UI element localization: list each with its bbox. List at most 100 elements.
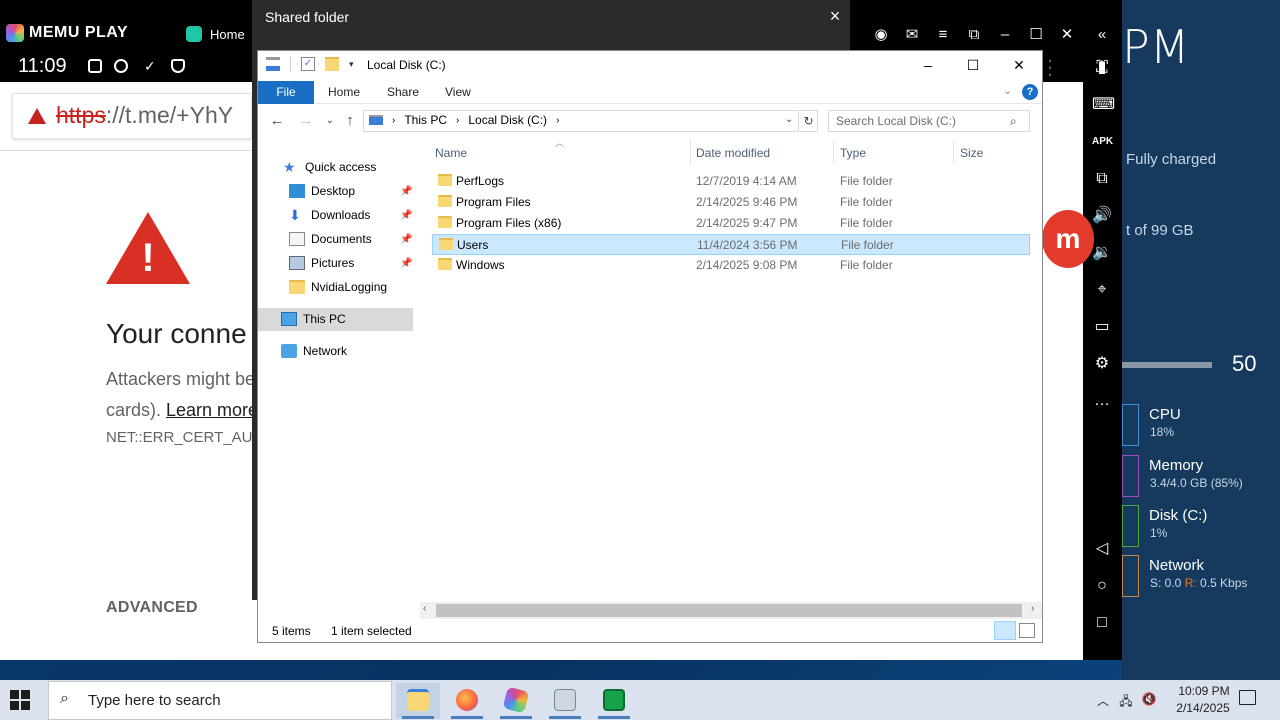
details-view-icon[interactable] (994, 621, 1016, 640)
address-dropdown-icon[interactable]: ⌄ (785, 114, 793, 125)
file-explorer-icon (407, 689, 429, 711)
active-indicator (402, 716, 434, 719)
more-icon[interactable]: … (1092, 391, 1112, 411)
forward-arrow-icon[interactable]: → (297, 112, 315, 130)
nav-item-downloads[interactable]: ⬇ Downloads (289, 204, 370, 226)
expand-ribbon-icon[interactable]: ⌄ (1003, 84, 1012, 97)
show-hidden-icons-icon[interactable]: ︿ (1097, 692, 1109, 709)
shared-folder-close-icon[interactable]: × (824, 5, 846, 27)
taskbar-memu[interactable] (494, 683, 538, 719)
pin-icon[interactable]: 📌 (400, 258, 412, 269)
recent-locations-icon[interactable]: ⌄ (321, 112, 339, 130)
computer-icon (281, 312, 297, 326)
column-date-modified[interactable]: Date modified (696, 146, 770, 160)
folder-icon[interactable]: ▭ (1092, 317, 1112, 337)
keyboard-icon[interactable]: ⌨ (1092, 95, 1115, 115)
settings-icon[interactable]: ⚙ (1092, 354, 1112, 374)
network-tray-icon[interactable]: 🖧 (1118, 692, 1134, 708)
up-arrow-icon[interactable]: ↑ (341, 112, 359, 130)
column-divider[interactable] (953, 140, 954, 164)
taskbar-time[interactable]: 10:09 PM (1172, 684, 1236, 698)
apk-icon[interactable]: APK (1092, 132, 1113, 152)
memu-home-tab[interactable]: Home (186, 26, 245, 42)
qat-dropdown-icon[interactable]: ▾ (349, 59, 354, 70)
column-divider[interactable] (833, 140, 834, 164)
breadcrumb-local-disk[interactable]: Local Disk (C:) (468, 113, 547, 127)
table-row[interactable]: PerfLogs 12/7/2019 4:14 AM File folder (432, 171, 1030, 192)
taskbar-firefox[interactable] (445, 683, 489, 719)
pin-icon[interactable]: 📌 (400, 234, 412, 245)
menu-icon[interactable]: ≡ (932, 25, 954, 45)
perf-network[interactable]: Network S: 0.0 R: 0.5 Kbps (1122, 555, 1280, 603)
nav-item-quick-access[interactable]: ★ Quick access (283, 156, 376, 178)
perf-disk[interactable]: Disk (C:) 1% (1122, 505, 1280, 553)
table-row-selected[interactable]: Users 11/4/2024 3:56 PM File folder (432, 234, 1030, 255)
new-folder-icon[interactable] (325, 57, 339, 71)
advanced-button[interactable]: ADVANCED (106, 599, 198, 617)
scroll-right-icon[interactable]: › (1031, 603, 1034, 614)
help-icon[interactable]: ? (1022, 84, 1038, 100)
taskbar-green-app[interactable] (592, 683, 636, 719)
close-icon[interactable]: ✕ (1056, 25, 1078, 45)
kebab-icon[interactable]: ⋮ (1040, 58, 1060, 78)
perf-memory[interactable]: Memory 3.4/4.0 GB (85%) (1122, 455, 1280, 503)
scrollbar-thumb[interactable] (436, 604, 1022, 617)
minimize-icon[interactable]: – (994, 25, 1016, 45)
volume-down-icon[interactable]: 🔉 (1092, 243, 1112, 263)
maximize-icon[interactable]: ☐ (1025, 25, 1047, 45)
nav-item-desktop[interactable]: Desktop (289, 180, 355, 202)
nav-item-network[interactable]: Network (281, 340, 347, 362)
search-icon[interactable]: ⌕ (1010, 114, 1017, 129)
notification-center-icon[interactable] (1239, 690, 1256, 705)
screen-icon[interactable]: ⧉ (963, 25, 985, 45)
account-icon[interactable]: ◉ (870, 25, 892, 45)
mail-icon[interactable]: ✉ (901, 25, 923, 45)
back-icon[interactable]: ◁ (1092, 539, 1112, 559)
tab-view[interactable]: View (445, 81, 471, 104)
large-icons-view-icon[interactable] (1019, 623, 1035, 638)
explorer-close-icon[interactable]: ✕ (1004, 55, 1034, 75)
recents-icon[interactable]: □ (1092, 613, 1112, 633)
nav-item-this-pc[interactable]: This PC (281, 308, 346, 330)
table-row[interactable]: Program Files (x86) 2/14/2025 9:47 PM File… (432, 213, 1030, 234)
volume-up-icon[interactable]: 🔊 (1092, 206, 1112, 226)
taskbar-file-explorer[interactable] (396, 683, 440, 719)
column-type[interactable]: Type (840, 146, 866, 160)
perf-cpu[interactable]: CPU 18% (1122, 404, 1280, 452)
pin-icon[interactable]: 📌 (400, 210, 412, 221)
column-name[interactable]: Name (435, 146, 467, 160)
brightness-slider[interactable] (1122, 362, 1212, 368)
nav-item-pictures[interactable]: Pictures (289, 252, 354, 274)
properties-icon[interactable]: ✓ (301, 57, 315, 71)
breadcrumb-this-pc[interactable]: This PC (404, 113, 447, 127)
multi-window-icon[interactable]: ⧉ (1092, 169, 1112, 189)
column-divider[interactable] (690, 140, 691, 164)
learn-more-link[interactable]: Learn more (166, 400, 258, 420)
location-icon[interactable]: ⌖ (1092, 280, 1112, 300)
desktop-icon (289, 184, 305, 198)
fullscreen-icon[interactable]: ⛶ (1092, 58, 1112, 78)
taskbar-remote-app[interactable] (543, 683, 587, 719)
home-icon[interactable]: ○ (1092, 576, 1112, 596)
explorer-maximize-icon[interactable]: ☐ (958, 55, 988, 75)
nav-item-documents[interactable]: Documents (289, 228, 372, 250)
nav-item-nvidialogging[interactable]: NvidiaLogging (289, 276, 387, 298)
memu-floating-badge-icon[interactable]: m (1042, 210, 1094, 268)
pin-icon[interactable]: 📌 (400, 186, 412, 197)
windows-start-icon[interactable] (10, 690, 30, 710)
taskbar-date[interactable]: 2/14/2025 (1168, 701, 1238, 715)
back-arrow-icon[interactable]: ← (268, 112, 286, 130)
tab-home[interactable]: Home (328, 81, 360, 104)
url-text[interactable]: https://t.me/+YhY (56, 102, 233, 129)
volume-muted-icon[interactable]: 🔇 (1141, 692, 1157, 706)
tab-share[interactable]: Share (387, 81, 419, 104)
tab-file[interactable]: File (258, 81, 314, 104)
table-row[interactable]: Windows 2/14/2025 9:08 PM File folder (432, 255, 1030, 276)
not-secure-icon[interactable] (28, 108, 46, 124)
table-row[interactable]: Program Files 2/14/2025 9:46 PM File folde… (432, 192, 1030, 213)
collapse-sidebar-icon[interactable]: « (1091, 25, 1113, 45)
refresh-icon[interactable]: ↻ (800, 110, 818, 132)
explorer-minimize-icon[interactable]: – (913, 55, 943, 75)
column-size[interactable]: Size (960, 146, 983, 160)
scroll-left-icon[interactable]: ‹ (423, 603, 426, 614)
